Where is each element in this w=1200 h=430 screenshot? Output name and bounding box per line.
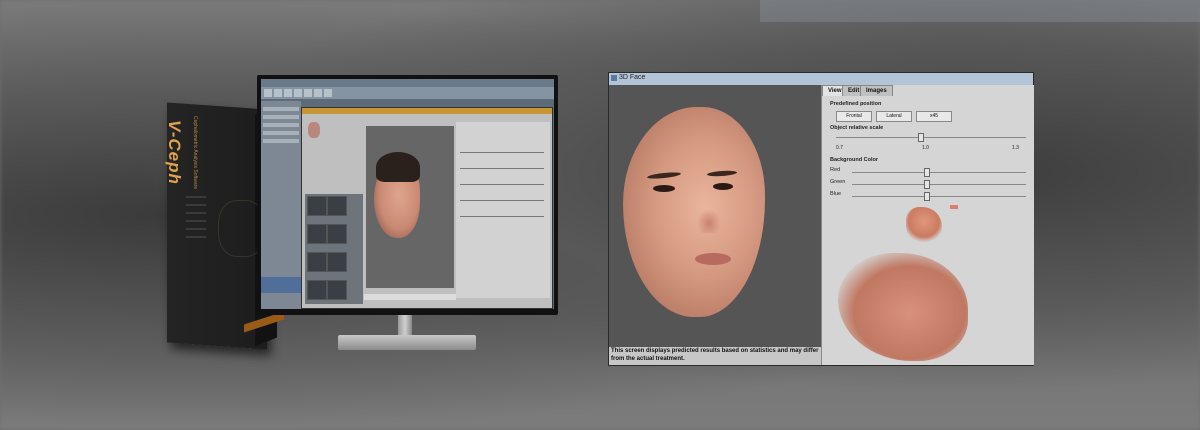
settings-panel: View Edit Images Predefined position Fro…	[821, 85, 1034, 365]
slider-track	[460, 168, 544, 169]
predefined-position-label: Predefined position	[830, 101, 882, 107]
thumbnail	[327, 196, 347, 216]
slider-track	[460, 200, 544, 201]
app-menubar	[261, 79, 554, 87]
app-left-panel	[261, 101, 301, 309]
list-row	[263, 123, 299, 127]
blue-label: Blue	[830, 191, 842, 197]
left-eye	[653, 185, 675, 192]
slider-track	[460, 152, 544, 153]
background-color-label: Background Color	[830, 157, 878, 163]
slider-track	[460, 216, 544, 217]
thumbnail	[307, 252, 327, 272]
toolbar-button	[314, 89, 322, 97]
window-titlebar[interactable]: 3D Face	[609, 73, 1033, 85]
thumbnail	[307, 280, 327, 300]
model-thumbnails	[305, 194, 363, 304]
face-hair-small	[376, 152, 420, 182]
list-row	[263, 139, 299, 143]
dialog-titlebar	[302, 108, 552, 114]
thumbnail	[307, 196, 327, 216]
monitor-stand-neck	[398, 315, 412, 337]
toolbar-button	[324, 89, 332, 97]
small-3d-viewport	[366, 126, 454, 288]
right-eye	[713, 183, 733, 190]
thumbnail	[307, 224, 327, 244]
render-artifact	[950, 205, 958, 209]
frontal-button[interactable]: Frontal	[836, 111, 872, 122]
slider-track	[460, 184, 544, 185]
render-artifact	[906, 207, 942, 243]
green-slider-track[interactable]	[852, 184, 1026, 185]
red-slider-track[interactable]	[852, 172, 1026, 173]
tab-bar: View Edit Images	[822, 85, 1034, 96]
window-title: 3D Face	[619, 74, 646, 81]
nose	[697, 209, 721, 233]
list-row	[263, 115, 299, 119]
prediction-disclaimer: This screen displays predicted results b…	[611, 348, 819, 362]
background-strip	[760, 0, 1200, 22]
monitor-screen	[261, 79, 554, 309]
red-label: Red	[830, 167, 841, 173]
x45-button[interactable]: x45	[916, 111, 952, 122]
thumbnail	[327, 252, 347, 272]
face-prediction-window: 3D Face This screen displays predicted r…	[608, 72, 1034, 366]
thumbnail	[327, 224, 347, 244]
face-model	[623, 107, 765, 317]
thumbnail	[327, 280, 347, 300]
toolbar-button	[284, 89, 292, 97]
scale-slider-track[interactable]	[836, 137, 1026, 138]
red-slider-thumb[interactable]	[924, 168, 930, 177]
app-dialog	[301, 107, 553, 309]
toolbar-button	[274, 89, 282, 97]
scale-tick-mid: 1.0	[922, 145, 929, 151]
blue-slider-track[interactable]	[852, 196, 1026, 197]
object-scale-label: Object relative scale	[830, 125, 884, 131]
tab-images[interactable]: Images	[860, 85, 893, 96]
render-artifact	[838, 253, 968, 361]
list-row	[263, 107, 299, 111]
monitor-stand-base	[338, 335, 476, 350]
toolbar-button	[294, 89, 302, 97]
scale-slider-thumb[interactable]	[918, 133, 924, 142]
scale-tick-min: 0.7	[836, 145, 843, 151]
app-toolbar	[261, 87, 554, 99]
3d-viewport[interactable]	[609, 85, 821, 347]
list-row	[263, 131, 299, 135]
toolbar-button	[304, 89, 312, 97]
app-icon	[611, 75, 617, 81]
small-options-panel	[456, 122, 550, 298]
lips	[695, 253, 731, 265]
green-slider-thumb[interactable]	[924, 180, 930, 189]
scale-tick-max: 1.3	[1012, 145, 1019, 151]
green-label: Green	[830, 179, 846, 185]
product-box-brand: V-Ceph	[165, 120, 184, 185]
blue-slider-thumb[interactable]	[924, 192, 930, 201]
lateral-button[interactable]: Lateral	[876, 111, 912, 122]
toolbar-button	[264, 89, 272, 97]
small-status-note	[364, 294, 456, 300]
patient-thumbnail	[308, 122, 320, 138]
selected-rows	[261, 277, 301, 293]
